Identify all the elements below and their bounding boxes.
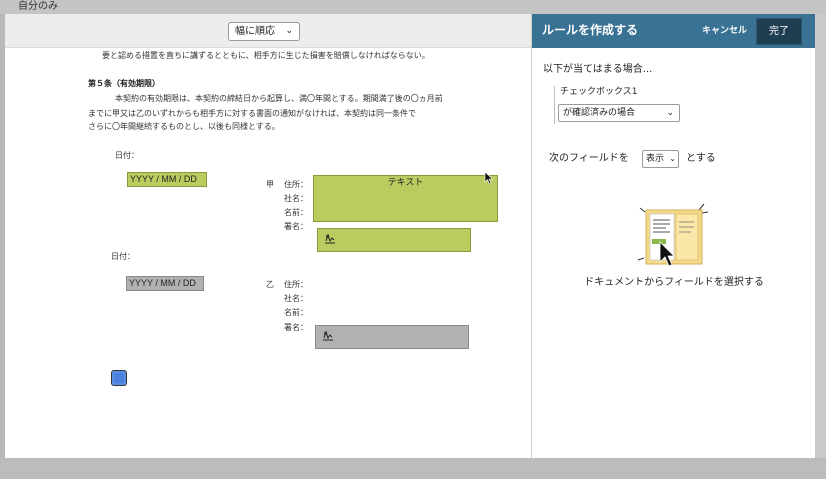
panel-header: ルールを作成する キャンセル 完了	[532, 14, 816, 48]
right-gutter	[815, 14, 826, 458]
condition-block: チェックボックス1 が確認済みの場合 ⌄	[554, 86, 684, 124]
party-a-label: 甲	[266, 180, 274, 189]
bottom-gutter	[0, 458, 826, 479]
party-b-signature-label: 署名：	[284, 323, 308, 332]
chevron-down-icon: ⌄	[285, 26, 293, 36]
date-field-2-text: YYYY / MM / DD	[129, 278, 196, 288]
signature-icon	[323, 330, 333, 341]
party-b-address-label: 住所：	[284, 280, 308, 289]
party-a-company-label: 社名：	[284, 194, 308, 203]
action-row: 次のフィールドを 表示 ⌄ とする	[549, 150, 809, 170]
article-line-2: までに甲又は乙のいずれからも相手方に対する書面の通知がなければ、本契約は同一条件…	[88, 109, 416, 118]
condition-select[interactable]: が確認済みの場合 ⌄	[558, 104, 680, 122]
date-field-2[interactable]: YYYY / MM / DD	[126, 276, 204, 291]
action-suffix: とする	[686, 153, 716, 164]
chevron-down-icon: ⌄	[669, 154, 676, 163]
party-b-name-label: 名前：	[284, 308, 308, 317]
party-a-signature-label: 署名：	[284, 222, 308, 231]
top-bar: 自分のみ	[0, 0, 826, 14]
field-handle-icon[interactable]	[111, 370, 127, 386]
signature-icon	[325, 233, 335, 244]
article-line-1: 本契約の有効期限は、本契約の締結日から起算し、満〇年間とする。期間満了後の〇ヵ月…	[115, 94, 443, 103]
article-heading: 第５条（有効期限）	[88, 79, 160, 88]
date-label-2: 日付：	[111, 252, 135, 261]
rule-panel: ルールを作成する キャンセル 完了 以下が当てはまる場合... チェックボックス…	[531, 14, 816, 458]
party-b-label: 乙	[266, 280, 274, 289]
party-a-name-label: 名前：	[284, 208, 308, 217]
select-field-illustration-icon	[637, 203, 709, 267]
party-a-address-label: 住所：	[284, 180, 308, 189]
visibility-label: 自分のみ	[18, 1, 58, 12]
date-field-1-text: YYYY / MM / DD	[130, 174, 197, 184]
article-line-3: さらに〇年間継続するものとし、以後も同様とする。	[88, 122, 280, 131]
panel-title: ルールを作成する	[542, 23, 639, 37]
zoom-select[interactable]: 幅に順応 ⌄	[228, 22, 300, 41]
action-select-value: 表示	[646, 154, 665, 164]
select-field-hint: ドキュメントからフィールドを選択する	[584, 277, 764, 288]
signature-field-a[interactable]	[317, 228, 471, 252]
action-select[interactable]: 表示 ⌄	[642, 150, 679, 168]
text-field-label: テキスト	[387, 177, 424, 187]
condition-select-value: が確認済みの場合	[563, 108, 636, 118]
paragraph-top: 要と認める措置を直ちに講ずるとともに、相手方に生じた損害を賠償しなければならない…	[102, 51, 430, 60]
document-toolbar: 幅に順応 ⌄	[5, 14, 531, 48]
date-label-1: 日付：	[115, 151, 139, 160]
condition-field-label: チェックボックス1	[560, 87, 638, 97]
document-viewer: 幅に順応 ⌄ 要と認める措置を直ちに講ずるとともに、相手方に生じた損害を賠償しな…	[5, 14, 531, 458]
zoom-select-value: 幅に順応	[235, 26, 275, 37]
condition-heading: 以下が当てはまる場合...	[543, 64, 653, 75]
mouse-cursor-icon	[484, 171, 494, 185]
party-b-company-label: 社名：	[284, 294, 308, 303]
signature-field-b[interactable]	[315, 325, 469, 349]
done-button[interactable]: 完了	[756, 18, 802, 45]
date-field-1[interactable]: YYYY / MM / DD	[127, 172, 207, 187]
cancel-button[interactable]: キャンセル	[702, 14, 747, 48]
chevron-down-icon: ⌄	[666, 108, 674, 118]
action-prefix: 次のフィールドを	[549, 153, 629, 164]
text-field[interactable]: テキスト	[313, 175, 498, 222]
